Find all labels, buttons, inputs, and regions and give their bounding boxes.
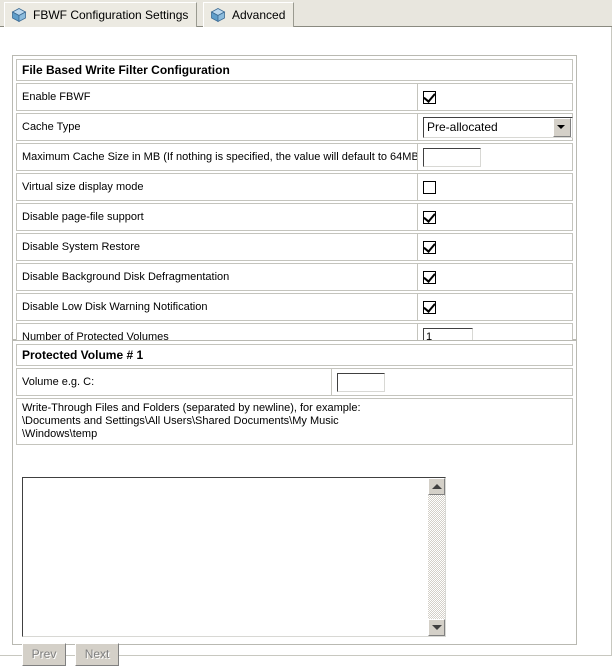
write-through-scrollbar[interactable] [428,478,445,636]
row-virtual-size-display-mode: Virtual size display mode [16,173,573,201]
row-label: Volume e.g. C: [22,376,95,388]
row-label: Disable page-file support [22,211,144,223]
row-label: Disable System Restore [22,241,140,253]
disable-background-disk-defragmentation-checkbox[interactable] [423,269,436,284]
disable-system-restore-checkbox[interactable] [423,239,436,254]
row-label: Cache Type [22,121,81,133]
row-control [417,294,572,320]
row-control [417,204,572,230]
disable-low-disk-warning-notification-checkbox[interactable] [423,299,436,314]
tab-label: FBWF Configuration Settings [33,8,189,22]
next-button[interactable]: Next [75,643,120,666]
virtual-size-display-mode-checkbox[interactable] [423,180,436,194]
row-volume: Volume e.g. C: [16,368,573,396]
cache-type-dropdown[interactable]: Pre-allocated [423,116,573,138]
row-cache-type: Cache Type Pre-allocated [16,113,573,141]
row-control [417,234,572,260]
row-disable-low-disk-warning-notification: Disable Low Disk Warning Notification [16,293,573,321]
prev-button[interactable]: Prev [22,643,66,666]
scroll-down-arrow-icon[interactable] [428,619,445,636]
tab-strip: FBWF Configuration Settings Advanced [0,0,612,27]
row-control [417,174,572,200]
row-disable-system-restore: Disable System Restore [16,233,573,261]
row-control [417,264,572,290]
row-control [417,144,572,170]
volume-letter-input[interactable] [337,372,385,392]
write-through-textarea-wrapper [22,477,446,637]
row-control: Pre-allocated [417,114,573,140]
row-label: Disable Low Disk Warning Notification [22,301,208,313]
panel-header: File Based Write Filter Configuration [16,59,573,81]
tab-fbwf-configuration-settings[interactable]: FBWF Configuration Settings [4,2,198,27]
panel-header-label: File Based Write Filter Configuration [22,63,230,77]
row-control [417,84,572,110]
page-body: File Based Write Filter Configuration En… [0,27,612,666]
row-label: Virtual size display mode [22,181,144,193]
cube-icon [210,7,226,23]
row-maximum-cache-size: Maximum Cache Size in MB (If nothing is … [16,143,573,171]
row-disable-page-file-support: Disable page-file support [16,203,573,231]
row-label: Enable FBWF [22,91,91,103]
chevron-down-icon[interactable] [553,117,571,137]
tab-label: Advanced [232,8,286,22]
protected-volume-panel: Protected Volume # 1 Volume e.g. C: Writ… [12,340,577,666]
row-enable-fbwf: Enable FBWF [16,83,573,111]
navigation-button-bar: Prev Next [22,643,125,666]
write-through-textarea[interactable] [23,478,428,636]
cache-type-value: Pre-allocated [427,120,498,134]
protected-volume-header-label: Protected Volume # 1 [22,348,144,362]
row-label: Disable Background Disk Defragmentation [22,271,230,283]
scroll-up-arrow-icon[interactable] [428,478,445,495]
row-control [331,369,572,395]
maximum-cache-size-input[interactable] [423,147,481,167]
write-through-help-text: Write-Through Files and Folders (separat… [16,398,573,445]
enable-fbwf-checkbox[interactable] [423,89,436,104]
cube-icon [11,7,27,23]
write-through-help-label: Write-Through Files and Folders (separat… [22,402,361,440]
disable-page-file-support-checkbox[interactable] [423,209,436,224]
protected-volume-header: Protected Volume # 1 [16,344,573,366]
tab-advanced[interactable]: Advanced [203,2,295,27]
row-disable-background-disk-defragmentation: Disable Background Disk Defragmentation [16,263,573,291]
row-label: Maximum Cache Size in MB (If nothing is … [22,151,417,163]
file-based-write-filter-configuration-panel: File Based Write Filter Configuration En… [12,55,577,351]
